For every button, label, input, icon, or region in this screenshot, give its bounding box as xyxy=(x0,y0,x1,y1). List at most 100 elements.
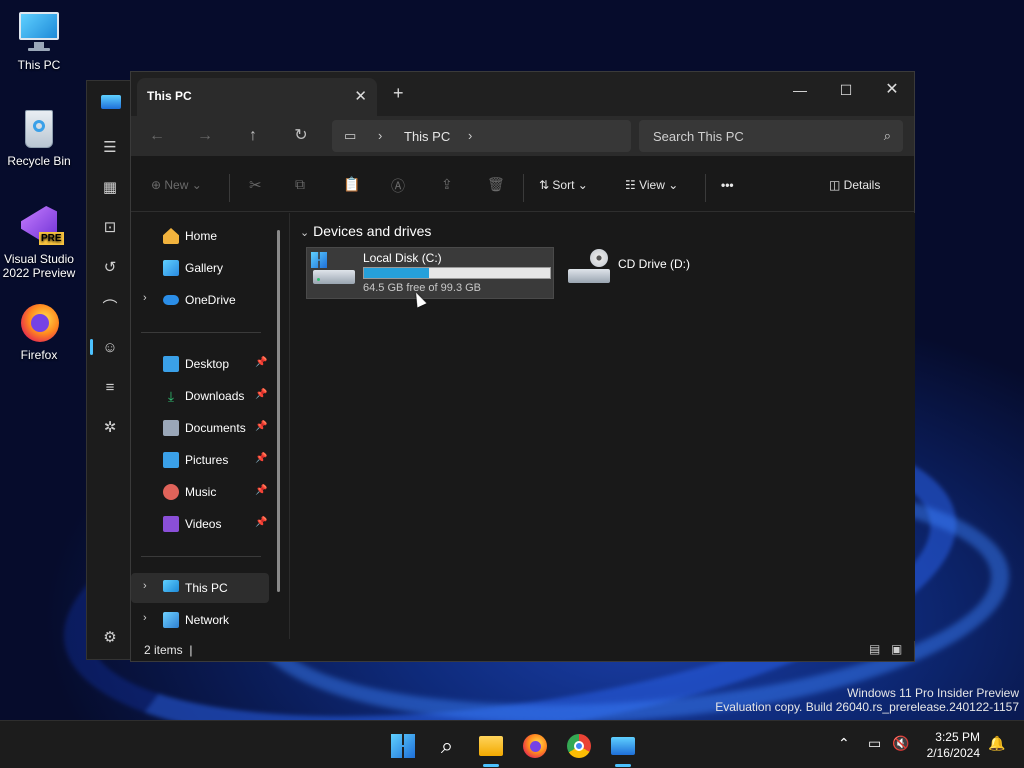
view-button[interactable]: ☷ View ⌄ xyxy=(625,178,678,192)
cut-icon[interactable]: ✂ xyxy=(249,176,262,194)
sort-button[interactable]: ⇅ Sort ⌄ xyxy=(539,178,588,192)
nav-item-desktop[interactable]: Desktop 📌 xyxy=(131,349,269,379)
chevron-right-icon[interactable]: › xyxy=(143,612,147,624)
pin-icon[interactable]: 📌 xyxy=(255,389,267,400)
file-explorer-icon[interactable] xyxy=(476,731,506,767)
close-tab-icon[interactable]: ✕ xyxy=(354,87,367,105)
command-bar: ⊕ New ⌄ ✂ ⧉ 📋 Ⓐ ⇪ 🗑 ⇅ Sort ⌄ ☷ View ⌄ ••… xyxy=(131,164,914,212)
nav-divider xyxy=(141,332,261,333)
pin-icon[interactable]: 📌 xyxy=(255,485,267,496)
tab-this-pc[interactable]: This PC ✕ xyxy=(137,78,377,116)
pin-icon[interactable]: 📌 xyxy=(255,517,267,528)
content-area: ⌄ Devices and drives Local Disk (C:) 64.… xyxy=(289,213,915,641)
large-icons-view-icon[interactable]: ▣ xyxy=(891,642,902,656)
details-button[interactable]: ◫ Details xyxy=(829,178,880,192)
copy-icon[interactable]: ⧉ xyxy=(295,176,305,193)
clock[interactable]: 3:25 PM 2/16/2024 xyxy=(927,729,980,761)
chevron-right-icon[interactable]: › xyxy=(378,128,382,143)
group-header[interactable]: ⌄ Devices and drives xyxy=(300,223,431,239)
monitor-icon xyxy=(163,580,179,592)
dashboard-icon[interactable]: ▦ xyxy=(101,179,119,197)
new-tab-button[interactable]: + xyxy=(393,83,404,104)
monitor-icon xyxy=(17,10,61,54)
close-window-button[interactable]: ✕ xyxy=(869,76,915,104)
nav-item-home[interactable]: Home xyxy=(131,221,269,251)
nav-item-gallery[interactable]: Gallery xyxy=(131,253,269,283)
desktop-icon-label: Recycle Bin xyxy=(7,154,71,168)
chevron-right-icon[interactable]: › xyxy=(143,292,147,304)
visual-studio-icon: PRE xyxy=(17,204,64,248)
minimize-button[interactable]: — xyxy=(777,76,823,104)
volume-muted-icon[interactable]: 🔇 xyxy=(892,735,909,752)
chevron-up-icon[interactable]: ⌃ xyxy=(838,735,850,752)
pin-icon[interactable]: 📌 xyxy=(255,421,267,432)
pin-icon[interactable]: 📌 xyxy=(255,453,267,464)
nav-item-music[interactable]: Music 📌 xyxy=(131,477,269,507)
settings-gear-icon[interactable]: ⚙ xyxy=(101,629,119,647)
desktop-icon-recycle-bin[interactable]: Recycle Bin xyxy=(0,106,78,168)
activity-icon[interactable]: ⊡ xyxy=(101,219,119,237)
notification-bell-icon[interactable]: 🔔 xyxy=(988,735,1005,752)
drive-cd-d[interactable]: CD Drive (D:) xyxy=(566,247,726,299)
videos-icon xyxy=(163,516,179,532)
chevron-down-icon: ⌄ xyxy=(300,227,310,239)
nav-item-network[interactable]: › Network xyxy=(131,605,269,635)
drive-local-disk-c[interactable]: Local Disk (C:) 64.5 GB free of 99.3 GB xyxy=(306,247,554,299)
desktop-icon-this-pc[interactable]: This PC xyxy=(0,10,78,72)
history-icon[interactable]: ↺ xyxy=(101,259,119,277)
forward-arrow-icon[interactable]: → xyxy=(193,124,217,148)
desktop-icon-visual-studio[interactable]: PRE Visual Studio 2022 Preview xyxy=(0,204,78,280)
delete-icon[interactable]: 🗑 xyxy=(487,176,505,193)
drive-name: Local Disk (C:) xyxy=(363,251,442,265)
desktop-icon-firefox[interactable]: Firefox xyxy=(0,300,78,362)
up-arrow-icon[interactable]: ↑ xyxy=(241,124,265,148)
more-options-button[interactable]: ••• xyxy=(721,178,734,192)
drive-usage-fill xyxy=(364,268,430,278)
back-arrow-icon[interactable]: ← xyxy=(145,124,169,148)
gallery-icon xyxy=(163,260,179,276)
paste-icon[interactable]: 📋 xyxy=(343,176,360,193)
desktop-icon-label: Visual Studio 2022 Preview xyxy=(2,252,76,280)
dev-home-icon[interactable] xyxy=(608,731,638,767)
start-windows-icon[interactable] xyxy=(388,731,418,761)
music-icon xyxy=(163,484,179,500)
pin-icon[interactable]: 📌 xyxy=(255,357,267,368)
drive-name: CD Drive (D:) xyxy=(618,257,690,271)
file-explorer-window[interactable]: This PC ✕ + — ☐ ✕ ← → ↑ ↻ ▭ › This PC › … xyxy=(130,71,915,662)
nav-item-onedrive[interactable]: › OneDrive xyxy=(131,285,269,315)
accounts-icon[interactable]: ☺ xyxy=(101,339,119,357)
title-bar[interactable]: This PC ✕ + — ☐ ✕ xyxy=(131,72,914,116)
network-icon xyxy=(163,612,179,628)
divider xyxy=(229,174,230,202)
network-icon[interactable]: ▭ xyxy=(868,735,881,752)
time: 3:25 PM xyxy=(935,730,980,744)
nav-item-videos[interactable]: Videos 📌 xyxy=(131,509,269,539)
refresh-icon[interactable]: ↻ xyxy=(289,124,313,148)
breadcrumb-this-pc[interactable]: This PC xyxy=(404,129,450,144)
nav-scrollbar[interactable] xyxy=(277,230,280,592)
search-box[interactable]: Search This PC ⌕ xyxy=(639,120,903,152)
nav-item-documents[interactable]: Documents 📌 xyxy=(131,413,269,443)
search-icon[interactable]: ⌕ xyxy=(432,731,462,761)
search-placeholder: Search This PC xyxy=(653,129,744,144)
nav-item-downloads[interactable]: ⤓ Downloads 📌 xyxy=(131,381,269,411)
chevron-right-icon[interactable]: › xyxy=(468,128,472,143)
firefox-icon[interactable] xyxy=(520,731,550,761)
extensions-icon[interactable]: ✲ xyxy=(101,419,119,437)
menu-icon[interactable]: ☰ xyxy=(101,139,119,157)
list-icon[interactable]: ≡ xyxy=(101,379,119,397)
chrome-icon[interactable] xyxy=(564,731,594,761)
date: 2/16/2024 xyxy=(926,746,980,760)
details-view-icon[interactable]: ▤ xyxy=(869,642,880,656)
share-icon[interactable]: ⇪ xyxy=(441,176,453,193)
nav-item-this-pc[interactable]: › This PC xyxy=(131,573,269,603)
cd-drive-icon xyxy=(566,249,610,289)
chevron-right-icon[interactable]: › xyxy=(143,580,147,592)
new-button[interactable]: ⊕ New ⌄ xyxy=(151,178,202,192)
rename-icon[interactable]: Ⓐ xyxy=(391,176,405,196)
maximize-button[interactable]: ☐ xyxy=(823,76,869,104)
address-bar[interactable]: ▭ › This PC › xyxy=(332,120,631,152)
nav-divider xyxy=(141,556,261,557)
performance-icon[interactable]: ⌒ xyxy=(101,299,119,317)
nav-item-pictures[interactable]: Pictures 📌 xyxy=(131,445,269,475)
